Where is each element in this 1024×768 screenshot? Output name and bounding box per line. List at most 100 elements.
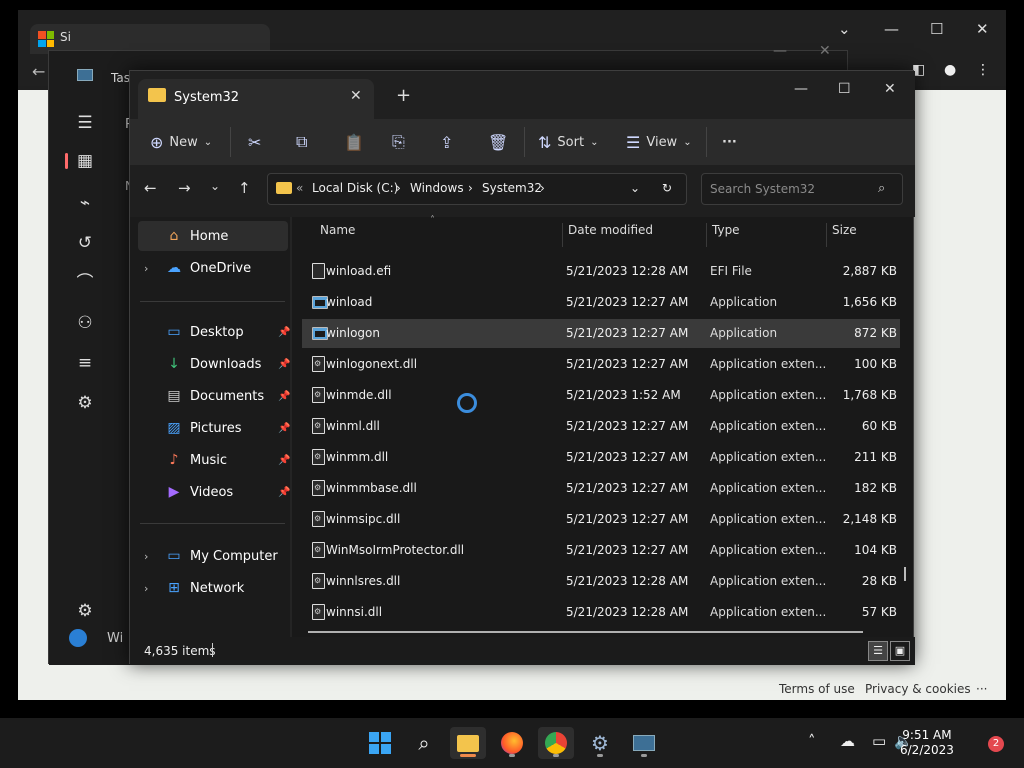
close-icon[interactable]: ✕	[976, 20, 989, 38]
see-more-button[interactable]: ···	[722, 129, 737, 155]
back-arrow-icon[interactable]: ←	[144, 179, 157, 197]
forward-arrow-icon[interactable]: →	[178, 179, 191, 197]
column-divider[interactable]	[562, 223, 563, 247]
explorer-minimize-icon[interactable]: —	[794, 81, 808, 97]
task-manager-taskbar-button[interactable]	[626, 727, 662, 759]
tab-list-chevron-icon[interactable]: ⌄	[838, 20, 851, 38]
pin-icon[interactable]: 📌	[278, 423, 290, 434]
show-hidden-icons-chevron-icon[interactable]: ˄	[808, 732, 816, 750]
pin-icon[interactable]: 📌	[278, 391, 290, 402]
table-row[interactable]: winnsi.dll 5/21/2023 12:28 AM Application …	[302, 598, 900, 627]
maximize-icon[interactable]: ☐	[930, 20, 943, 38]
footer-more-icon[interactable]: ···	[976, 682, 987, 696]
column-divider[interactable]	[826, 223, 827, 247]
copy-button[interactable]: ⧉	[296, 129, 307, 155]
details-view-icon[interactable]: ☰	[868, 641, 888, 661]
expand-chevron-icon[interactable]: ›	[144, 262, 148, 275]
minimize-icon[interactable]: —	[884, 20, 899, 38]
address-field[interactable]: « Local Disk (C:) › Windows › System32 ›…	[267, 173, 687, 205]
start-button[interactable]	[362, 727, 398, 759]
breadcrumb-separator-icon[interactable]: ›	[540, 181, 545, 195]
nav-item-my-computer[interactable]: › ▭ My Computer	[138, 541, 288, 571]
search-input[interactable]: Search System32	[710, 182, 815, 196]
task-manager-close-icon[interactable]: ✕	[819, 43, 831, 59]
terms-link[interactable]: Terms of use	[779, 682, 855, 696]
nav-item-downloads[interactable]: ↓ Downloads 📌	[138, 349, 290, 379]
menu-dots-icon[interactable]: ⋮	[976, 62, 990, 78]
view-button[interactable]: ☰ View ⌄	[626, 129, 692, 155]
table-row[interactable]: winmsipc.dll 5/21/2023 12:27 AM Applicatio…	[302, 505, 900, 534]
network-status-icon[interactable]: ▭	[872, 732, 886, 750]
table-row[interactable]: winmmbase.dll 5/21/2023 12:27 AM Applicati…	[302, 474, 900, 503]
share-button[interactable]: ⇪	[440, 129, 453, 155]
column-header-type[interactable]: Type	[712, 223, 740, 253]
table-row[interactable]: winmde.dll 5/21/2023 1:52 AM Application e…	[302, 381, 900, 410]
explorer-maximize-icon[interactable]: ☐	[838, 81, 851, 97]
breadcrumb-separator-icon[interactable]: ›	[468, 181, 473, 195]
nav-item-network[interactable]: › ⊞ Network	[138, 573, 288, 603]
performance-icon[interactable]: ⌁	[73, 191, 97, 215]
refresh-icon[interactable]: ↻	[662, 181, 672, 195]
expand-chevron-icon[interactable]: ›	[144, 550, 148, 563]
pin-icon[interactable]: 📌	[278, 455, 290, 466]
horizontal-scrollbar[interactable]	[308, 631, 863, 633]
notification-badge[interactable]: 2	[988, 736, 1004, 752]
new-tab-plus-icon[interactable]: +	[396, 85, 411, 106]
nav-item-documents[interactable]: ▤ Documents 📌	[138, 381, 290, 411]
breadcrumb-system32[interactable]: System32	[482, 181, 542, 195]
profile-icon[interactable]: ●	[944, 62, 956, 78]
nav-item-music[interactable]: ♪ Music 📌	[138, 445, 291, 475]
column-header-size[interactable]: Size	[832, 223, 857, 253]
privacy-link[interactable]: Privacy & cookies	[865, 682, 971, 696]
nav-item-onedrive[interactable]: › ☁ OneDrive	[138, 253, 288, 283]
search-taskbar-button[interactable]: ⌕	[406, 727, 442, 759]
breadcrumb-local-disk[interactable]: Local Disk (C:)	[312, 181, 398, 195]
table-row[interactable]: winmm.dll 5/21/2023 12:27 AM Application e…	[302, 443, 900, 472]
breadcrumb-separator-icon[interactable]: ›	[396, 181, 401, 195]
pin-icon[interactable]: 📌	[278, 359, 290, 370]
pane-splitter[interactable]	[290, 217, 292, 637]
users-icon[interactable]: ⚇	[73, 311, 97, 335]
firefox-taskbar-button[interactable]	[494, 727, 530, 759]
table-row[interactable]: winml.dll 5/21/2023 12:27 AM Application e…	[302, 412, 900, 441]
table-row[interactable]: winlogonext.dll 5/21/2023 12:27 AM Applica…	[302, 350, 900, 379]
nav-item-desktop[interactable]: ▭ Desktop 📌	[138, 317, 290, 347]
app-history-icon[interactable]: ↺	[73, 231, 97, 255]
paste-button[interactable]: 📋	[344, 129, 364, 155]
startup-apps-icon[interactable]: ⌒	[73, 271, 97, 295]
services-icon[interactable]: ⚙	[73, 391, 97, 415]
table-row[interactable]: winload.efi 5/21/2023 12:28 AM EFI File 2,8…	[302, 257, 900, 286]
table-row[interactable]: winload 5/21/2023 12:27 AM Application 1,65…	[302, 288, 900, 317]
overflow-chevron-icon[interactable]: «	[296, 181, 303, 195]
column-header-name[interactable]: Name	[320, 223, 355, 253]
table-row[interactable]: winnlsres.dll 5/21/2023 12:28 AM Applicati…	[302, 567, 900, 596]
breadcrumb-windows[interactable]: Windows	[410, 181, 464, 195]
file-explorer-taskbar-button[interactable]	[450, 727, 486, 759]
back-arrow-icon[interactable]: ←	[32, 62, 45, 81]
tiles-view-icon[interactable]: ▣	[890, 641, 910, 661]
sort-button[interactable]: ⇅ Sort ⌄	[538, 129, 598, 155]
cut-button[interactable]: ✂	[248, 129, 261, 155]
processes-icon[interactable]: ▦	[73, 149, 97, 173]
rename-button[interactable]: ⎘	[392, 129, 405, 155]
settings-gear-icon[interactable]: ⚙	[73, 599, 97, 623]
column-header-date[interactable]: Date modified	[568, 223, 653, 253]
details-icon[interactable]: ≡	[73, 351, 97, 375]
nav-item-pictures[interactable]: ▨ Pictures 📌	[138, 413, 290, 443]
table-row[interactable]: WinMsoIrmProtector.dll 5/21/2023 12:27 AM…	[302, 536, 900, 565]
nav-item-home[interactable]: ⌂ Home	[138, 221, 288, 251]
pin-icon[interactable]: 📌	[278, 327, 290, 338]
search-box[interactable]: Search System32 ⌕	[701, 173, 903, 205]
expand-chevron-icon[interactable]: ›	[144, 582, 148, 595]
address-history-chevron-icon[interactable]: ⌄	[630, 181, 640, 195]
nav-item-videos[interactable]: ▶ Videos 📌	[138, 477, 291, 507]
task-manager-minimize-icon[interactable]: —	[773, 43, 787, 59]
table-row[interactable]: winlogon 5/21/2023 12:27 AM Application 872…	[302, 319, 900, 348]
explorer-tab-system32[interactable]: System32 ✕	[138, 79, 374, 119]
hamburger-menu-icon[interactable]: ☰	[73, 111, 97, 135]
delete-button[interactable]: 🗑	[488, 129, 508, 155]
column-divider[interactable]	[706, 223, 707, 247]
cloud-offline-icon[interactable]: ☁	[840, 732, 855, 750]
recent-locations-chevron-icon[interactable]: ⌄	[210, 179, 220, 193]
clock[interactable]: 9:51 AM 6/2/2023	[900, 728, 954, 758]
